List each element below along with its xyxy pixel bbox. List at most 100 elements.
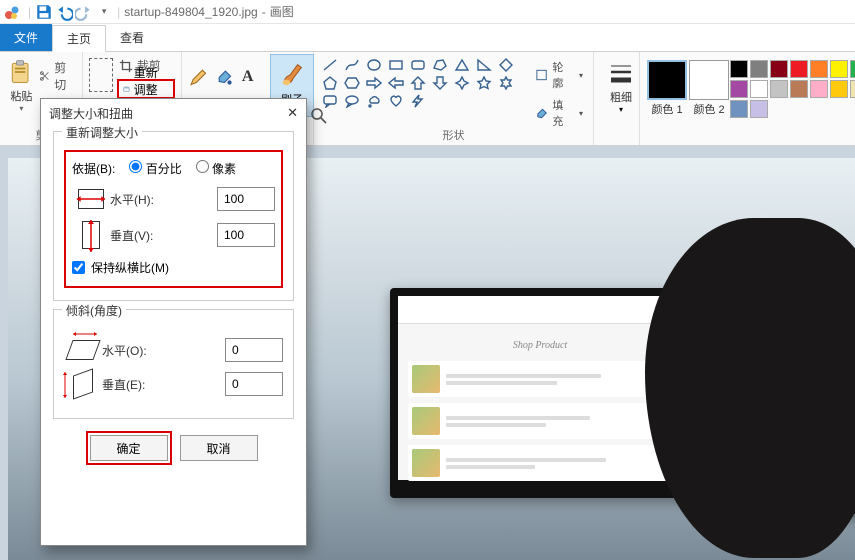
text-icon[interactable]: A	[237, 66, 258, 88]
palette-swatch[interactable]	[830, 60, 848, 78]
palette-swatch[interactable]	[850, 80, 855, 98]
resize-button-highlighted[interactable]: 重新调整大小	[117, 79, 175, 99]
size-button[interactable]: 粗细 ▾	[600, 54, 642, 114]
ok-button[interactable]: 确定	[90, 435, 168, 461]
shape-heart-icon[interactable]	[388, 94, 404, 108]
shape-diamond-icon[interactable]	[498, 58, 514, 72]
paste-button[interactable]: 粘贴 ▾	[6, 54, 37, 113]
shape-lightning-icon[interactable]	[410, 94, 426, 108]
palette-swatch[interactable]	[730, 100, 748, 118]
tab-view[interactable]: 查看	[106, 24, 158, 51]
palette-swatch[interactable]	[750, 60, 768, 78]
group-size: 粗细 ▾	[594, 52, 640, 145]
behind-dialog-icons	[310, 107, 328, 125]
shape-arrow-up-icon[interactable]	[410, 76, 426, 90]
shape-arrow-right-icon[interactable]	[366, 76, 382, 90]
resize-groupbox: 重新调整大小 依据(B): 百分比 像素 水平(H): 垂直(V): 保持纵横比…	[53, 131, 294, 301]
fill-icon[interactable]	[213, 66, 234, 88]
separator: |	[117, 5, 120, 19]
shape-callout-rrect-icon[interactable]	[322, 94, 338, 108]
cancel-button[interactable]: 取消	[180, 435, 258, 461]
select-tool[interactable]	[89, 58, 113, 92]
palette-swatch[interactable]	[750, 80, 768, 98]
tab-file[interactable]: 文件	[0, 24, 52, 51]
shape-oval-icon[interactable]	[366, 58, 382, 72]
size-icon	[607, 60, 635, 88]
shape-hexagon-icon[interactable]	[344, 76, 360, 90]
group-label-colors: 颜	[640, 127, 855, 143]
palette-swatch[interactable]	[790, 60, 808, 78]
shape-rect-icon[interactable]	[388, 58, 404, 72]
qat-dropdown-icon[interactable]: ▾	[95, 3, 113, 21]
skew-legend: 倾斜(角度)	[62, 302, 126, 319]
title-bar: | ▾ | startup-849804_1920.jpg - 画图	[0, 0, 855, 24]
palette-swatch[interactable]	[770, 80, 788, 98]
resize-icon	[123, 82, 130, 96]
shape-rtri-icon[interactable]	[476, 58, 492, 72]
undo-icon[interactable]	[55, 3, 73, 21]
fill-icon	[535, 106, 548, 120]
shape-polygon-icon[interactable]	[432, 58, 448, 72]
shape-outline-button[interactable]: 轮廓▾	[533, 58, 585, 92]
cut-button[interactable]: 剪切	[37, 58, 76, 94]
vertical-e-input[interactable]	[225, 372, 283, 396]
color2-label: 颜色 2	[693, 104, 724, 117]
radio-pixels-label: 像素	[212, 162, 236, 176]
by-label: 依据(B):	[72, 160, 115, 177]
resize-skew-dialog: 调整大小和扭曲 ✕ 重新调整大小 依据(B): 百分比 像素 水平(H): 垂直…	[40, 98, 307, 546]
radio-pixels[interactable]: 像素	[196, 160, 236, 177]
palette-swatch[interactable]	[790, 80, 808, 98]
quick-access-toolbar: ▾	[35, 3, 113, 21]
fill-label: 填充	[552, 97, 573, 129]
document-filename: startup-849804_1920.jpg	[124, 5, 257, 19]
photo-person	[645, 218, 855, 558]
shape-line-icon[interactable]	[322, 58, 338, 72]
redo-icon[interactable]	[75, 3, 93, 21]
shape-fill-button[interactable]: 填充 ▾	[533, 96, 585, 130]
horizontal-h-label: 水平(H):	[110, 191, 217, 208]
shape-curve-icon[interactable]	[344, 58, 360, 72]
radio-percent-input[interactable]	[129, 160, 142, 173]
shape-arrow-down-icon[interactable]	[432, 76, 448, 90]
palette-swatch[interactable]	[730, 80, 748, 98]
color1-swatch	[647, 60, 687, 100]
shape-star5-icon[interactable]	[476, 76, 492, 90]
chevron-down-icon: ▾	[579, 109, 583, 118]
palette-swatch[interactable]	[810, 80, 828, 98]
shape-arrow-left-icon[interactable]	[388, 76, 404, 90]
close-icon[interactable]: ✕	[287, 105, 298, 121]
save-icon[interactable]	[35, 3, 53, 21]
maintain-aspect-label: 保持纵横比(M)	[91, 259, 169, 276]
horizontal-h-input[interactable]	[217, 187, 275, 211]
vertical-v-input[interactable]	[217, 223, 275, 247]
palette-swatch[interactable]	[770, 60, 788, 78]
pencil-icon[interactable]	[188, 66, 209, 88]
radio-pixels-input[interactable]	[196, 160, 209, 173]
crop-icon	[119, 59, 133, 73]
shape-callout-oval-icon[interactable]	[344, 94, 360, 108]
tab-home[interactable]: 主页	[52, 25, 106, 52]
separator: |	[28, 5, 31, 19]
shape-star4-icon[interactable]	[454, 76, 470, 90]
shape-pentagon-icon[interactable]	[322, 76, 338, 90]
palette-swatch[interactable]	[750, 100, 768, 118]
palette-swatch[interactable]	[850, 60, 855, 78]
magnifier-icon[interactable]	[310, 107, 328, 125]
shape-triangle-icon[interactable]	[454, 58, 470, 72]
shapes-gallery[interactable]	[320, 54, 529, 112]
shape-roundrect-icon[interactable]	[410, 58, 426, 72]
dialog-titlebar: 调整大小和扭曲 ✕	[41, 99, 306, 127]
palette-swatch[interactable]	[730, 60, 748, 78]
shape-callout-cloud-icon[interactable]	[366, 94, 382, 108]
color1-button[interactable]: 颜色 1	[646, 54, 688, 117]
outline-label: 轮廓	[552, 59, 573, 91]
maintain-aspect-checkbox[interactable]	[72, 261, 85, 274]
color2-button[interactable]: 颜色 2	[688, 54, 730, 117]
palette-swatch[interactable]	[810, 60, 828, 78]
horizontal-o-input[interactable]	[225, 338, 283, 362]
radio-percent[interactable]: 百分比	[129, 160, 181, 177]
dialog-title: 调整大小和扭曲	[49, 105, 133, 122]
shape-star6-icon[interactable]	[498, 76, 514, 90]
palette-swatch[interactable]	[830, 80, 848, 98]
scissors-icon	[39, 69, 51, 83]
